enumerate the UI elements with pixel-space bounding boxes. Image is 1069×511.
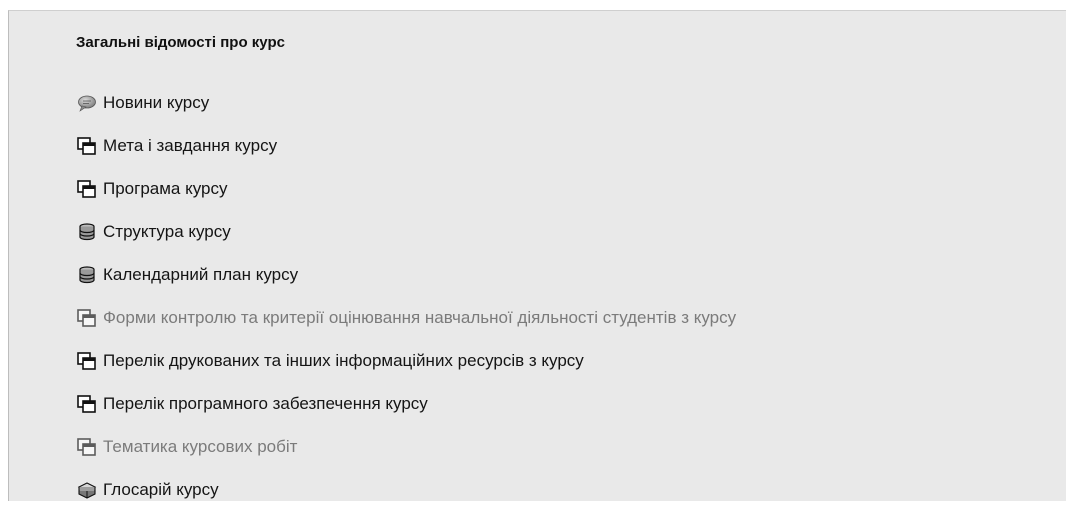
activity-label: Календарний план курсу — [103, 264, 299, 284]
activity-label: Тематика курсових робіт — [103, 436, 298, 456]
section-title: Загальні відомості про курс — [76, 34, 285, 51]
database-icon — [77, 222, 97, 241]
activity-label: Форми контролю та критерії оцінювання на… — [103, 307, 737, 327]
resource-window-icon — [77, 136, 97, 155]
activity-label: Програма курсу — [103, 178, 228, 198]
activity-label: Структура курсу — [103, 221, 231, 241]
activity-label: Мета і завдання курсу — [103, 135, 278, 155]
activity-item-software-list[interactable]: Перелік програмного забезпечення курсу — [77, 382, 736, 425]
resource-window-icon — [77, 351, 97, 370]
activity-item-coursework-topics[interactable]: Тематика курсових робіт — [77, 425, 736, 468]
activity-item-printed-resources[interactable]: Перелік друкованих та інших інформаційни… — [77, 339, 736, 382]
activity-item-assessment-forms[interactable]: Форми контролю та критерії оцінювання на… — [77, 296, 736, 339]
activity-item-news[interactable]: Новини курсу — [77, 81, 736, 124]
activity-label: Перелік друкованих та інших інформаційни… — [103, 350, 584, 370]
forum-speech-bubble-icon — [77, 94, 97, 112]
resource-window-icon — [77, 437, 97, 456]
activity-label: Глосарій курсу — [103, 479, 219, 499]
activity-list: Новини курсу Мета і завдання курсу Прогр… — [77, 81, 736, 511]
database-icon — [77, 265, 97, 284]
activity-item-calendar-plan[interactable]: Календарний план курсу — [77, 253, 736, 296]
activity-item-program[interactable]: Програма курсу — [77, 167, 736, 210]
activity-item-structure[interactable]: Структура курсу — [77, 210, 736, 253]
resource-window-icon — [77, 308, 97, 327]
activity-item-glossary[interactable]: Глосарій курсу — [77, 468, 736, 511]
activity-label: Перелік програмного забезпечення курсу — [103, 393, 428, 413]
course-section-panel: Загальні відомості про курс Новини курсу… — [8, 10, 1066, 501]
activity-item-goals[interactable]: Мета і завдання курсу — [77, 124, 736, 167]
activity-label: Новини курсу — [103, 92, 210, 112]
resource-window-icon — [77, 394, 97, 413]
resource-window-icon — [77, 179, 97, 198]
glossary-books-icon — [77, 481, 97, 499]
